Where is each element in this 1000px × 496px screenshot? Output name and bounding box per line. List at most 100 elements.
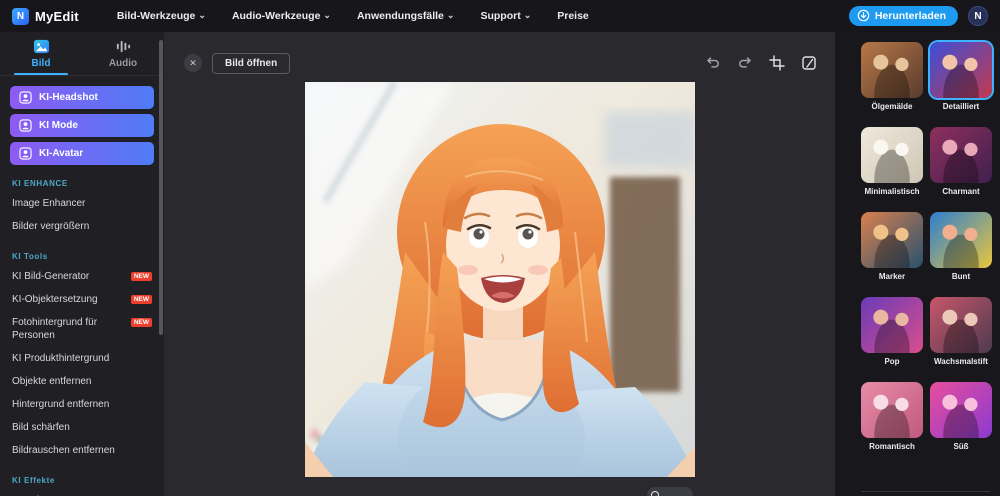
sidebar-item-ki-bild-generator[interactable]: KI Bild-Generator NEW <box>10 265 154 288</box>
redo-icon[interactable] <box>737 55 753 71</box>
panel-divider <box>861 491 990 496</box>
chevron-down-icon: ⌄ <box>446 9 455 20</box>
sidebar-item-label: Bilder vergrößern <box>12 221 90 232</box>
edited-photo[interactable] <box>304 82 695 477</box>
style-label: Charmant <box>942 187 980 196</box>
style-thumb-suss[interactable]: Süß <box>930 382 992 451</box>
tab-label: Bild <box>31 58 51 69</box>
sidebar-item-label: KI-Objektersetzung <box>12 294 98 305</box>
main-menu: Bild-Werkzeuge ⌄ Audio-Werkzeuge ⌄ Anwendung… <box>117 9 589 23</box>
style-thumb-wachsmalstift[interactable]: Wachsmalstift <box>930 297 992 366</box>
style-label: Süß <box>953 442 969 451</box>
crop-icon[interactable] <box>769 55 785 71</box>
menu-item-label: Anwendungsfälle <box>356 10 444 22</box>
menu-item-support[interactable]: Support ⌄ <box>480 9 532 23</box>
sidebar-item-label: Image Enhancer <box>12 198 86 209</box>
feature-button-label: KI-Headshot <box>39 92 98 103</box>
sidebar-item-objekte-entfernen[interactable]: Objekte entfernen <box>10 370 154 393</box>
sidebar-item-ki-objektersetzung[interactable]: KI-Objektersetzung NEW <box>10 288 154 311</box>
section-title-ki-enhance: KI ENHANCE <box>12 179 68 188</box>
sidebar-item-label: Hintergrund entfernen <box>12 399 110 410</box>
download-label: Herunterladen <box>874 9 946 22</box>
avatar-icon <box>19 147 32 160</box>
audio-icon <box>115 38 132 55</box>
menu-item-label: Preise <box>557 10 589 22</box>
style-thumbnail-image <box>861 127 923 183</box>
style-label: Minimalistisch <box>864 187 920 196</box>
sidebar-item-bilder-vergrossern[interactable]: Bilder vergrößern <box>10 215 154 238</box>
download-button[interactable]: Herunterladen <box>848 6 958 26</box>
myedit-logo-icon: N <box>12 7 29 25</box>
style-thumbnail-image <box>861 297 923 353</box>
sidebar-item-ki-produkthintergrund[interactable]: KI Produkthintergrund <box>10 347 154 370</box>
brand-name: MyEdit <box>35 8 79 24</box>
sidebar-item-fotohintergrund-fur-personen[interactable]: Fotohintergrund für Personen NEW <box>10 311 154 347</box>
close-button[interactable]: ✕ <box>184 54 202 72</box>
headshot-icon <box>19 91 32 104</box>
style-label: Pop <box>884 357 900 366</box>
tab-audio[interactable]: Audio <box>82 32 164 75</box>
ki-avatar-button[interactable]: KI-Avatar <box>10 142 154 165</box>
image-icon <box>33 38 50 55</box>
style-thumb-bunt[interactable]: Bunt <box>930 212 992 281</box>
feature-button-label: KI Mode <box>39 120 78 131</box>
sidebar-item-bildrauschen-entfernen[interactable]: Bildrauschen entfernen <box>10 439 154 462</box>
sidebar-item-label: Bildrauschen entfernen <box>12 445 115 456</box>
section-title-ki-tools: KI Tools <box>12 252 48 261</box>
style-thumb-charmant[interactable]: Charmant <box>930 127 992 196</box>
tab-label: Audio <box>108 58 138 69</box>
menu-item-preise[interactable]: Preise <box>557 10 589 22</box>
sidebar-content: KI-Headshot KI Mode KI-Avatar KI ENHANCE Im… <box>0 76 164 496</box>
sidebar-item-hintergrund-entfernen[interactable]: Hintergrund entfernen <box>10 393 154 416</box>
section-title-ki-effekte: KI Effekte <box>12 476 55 485</box>
edit-style-icon[interactable] <box>801 55 817 71</box>
style-thumbnail-image <box>930 42 992 98</box>
open-image-button[interactable]: Bild öffnen <box>212 52 291 74</box>
style-label: Ölgemälde <box>871 102 913 111</box>
sidebar-item-image-enhancer[interactable]: Image Enhancer <box>10 192 154 215</box>
style-thumbnail-image <box>861 212 923 268</box>
sidebar-item-label: KI Produkthintergrund <box>12 353 110 364</box>
style-thumb-romantisch[interactable]: Romantisch <box>861 382 923 451</box>
new-badge: NEW <box>130 318 152 327</box>
fashion-icon <box>19 119 32 132</box>
image-stage <box>164 82 835 477</box>
style-thumb-pop[interactable]: Pop <box>861 297 923 366</box>
style-thumb-olgemalde[interactable]: Ölgemälde <box>861 42 923 111</box>
style-thumbnail-grid: Ölgemälde Detailliert Minimalistisch Charma… <box>861 42 992 451</box>
left-sidebar: Bild Audio KI-Headshot KI Mode KI-Avatar K… <box>0 32 164 496</box>
chevron-down-icon: ⌄ <box>523 9 532 20</box>
canvas-toolbar: ✕ Bild öffnen <box>164 32 835 80</box>
sidebar-item-label: Objekte entfernen <box>12 376 92 387</box>
new-badge: NEW <box>130 272 152 281</box>
history-toolbar <box>705 55 817 71</box>
sidebar-scrollbar[interactable] <box>159 40 163 335</box>
ki-headshot-button[interactable]: KI-Headshot <box>10 86 154 109</box>
style-thumb-minimalistisch[interactable]: Minimalistisch <box>861 127 923 196</box>
chevron-down-icon: ⌄ <box>323 9 331 20</box>
style-thumbnail-image <box>930 297 992 353</box>
chevron-down-icon: ⌄ <box>198 9 206 20</box>
style-label: Marker <box>878 272 906 281</box>
menu-item-audio-werkzeuge[interactable]: Audio-Werkzeuge ⌄ <box>231 9 331 23</box>
bottom-toolbar-peek[interactable] <box>647 487 694 496</box>
sidebar-item-ki-anime-generator[interactable]: KI-Anime-Generator <box>10 489 154 496</box>
menu-item-anwendungsfalle[interactable]: Anwendungsfälle ⌄ <box>356 9 455 23</box>
sidebar-item-label: Bild schärfen <box>12 422 70 433</box>
style-thumb-detailliert[interactable]: Detailliert <box>930 42 992 111</box>
tab-bild[interactable]: Bild <box>0 32 82 75</box>
navbar-right: Herunterladen N <box>848 6 988 26</box>
ki-mode-button[interactable]: KI Mode <box>10 114 154 137</box>
user-avatar[interactable]: N <box>968 6 988 26</box>
feature-button-label: KI-Avatar <box>39 148 84 159</box>
sidebar-item-bild-scharfen[interactable]: Bild schärfen <box>10 416 154 439</box>
style-thumbnail-image <box>861 42 923 98</box>
style-thumb-marker[interactable]: Marker <box>861 212 923 281</box>
menu-item-bild-werkzeuge[interactable]: Bild-Werkzeuge ⌄ <box>117 9 206 23</box>
brand[interactable]: N MyEdit <box>12 7 79 25</box>
menu-item-label: Audio-Werkzeuge <box>231 10 321 22</box>
style-label: Detailliert <box>942 102 980 111</box>
styles-panel: Ölgemälde Detailliert Minimalistisch Charma… <box>835 32 1000 496</box>
style-thumbnail-image <box>930 127 992 183</box>
undo-icon[interactable] <box>705 55 721 71</box>
